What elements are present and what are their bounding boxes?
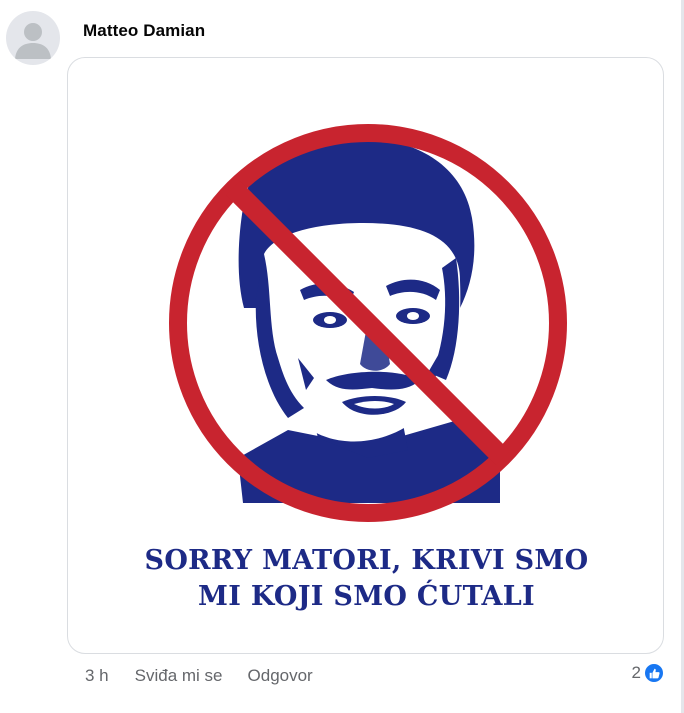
avatar[interactable]: [6, 11, 60, 65]
like-button[interactable]: Sviđa mi se: [135, 666, 223, 686]
default-avatar-icon: [15, 23, 51, 59]
comment-timestamp[interactable]: 3 h: [85, 666, 109, 686]
poster-text-line-2: MI KOJI SMO ĆUTALI: [198, 581, 535, 612]
reply-button[interactable]: Odgovor: [248, 666, 313, 686]
reaction-count: 2: [631, 663, 641, 682]
comment-container: Matteo Damian SORRY MATORI, KRIVI SMO MI…: [0, 0, 684, 713]
comment-actions: 3 h Sviđa mi se Odgovor: [85, 666, 313, 686]
comment-author[interactable]: Matteo Damian: [83, 21, 205, 41]
thumbs-up-icon: [644, 663, 664, 683]
comment-image-attachment[interactable]: SORRY MATORI, KRIVI SMO MI KOJI SMO ĆUTA…: [67, 57, 664, 654]
poster-text-line-1: SORRY MATORI, KRIVI SMO: [144, 545, 589, 576]
reaction-summary[interactable]: 2: [632, 663, 664, 683]
